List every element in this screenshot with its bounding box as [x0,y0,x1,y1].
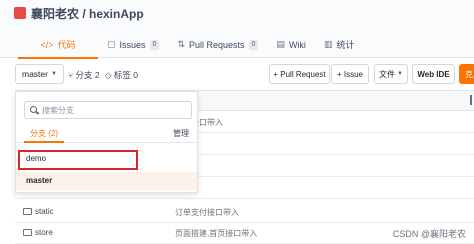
dropdown-tabs: 分支 (2) 管理 [16,125,197,143]
branch-count-link[interactable]: ⑂ 分支 2 [68,69,100,81]
folder-name: store [35,228,53,237]
stats-icon: ▥ [323,39,333,49]
folder-name: static [35,207,54,216]
page: 襄阳老农 / hexinApp </> 代码 ▢ Issues 0 ⇅ Pull… [0,0,474,244]
tab-pull-requests-label: Pull Requests [188,39,245,50]
branch-select-button[interactable]: master ▼ [15,64,64,84]
tab-stats-label: 统计 [336,40,355,50]
repo-header: 襄阳老农 / hexinApp </> 代码 ▢ Issues 0 ⇅ Pull… [0,0,474,59]
tab-code[interactable]: </> 代码 [18,31,98,59]
branch-option-master[interactable]: master [16,172,197,190]
dropdown-tab-branches[interactable]: 分支 (2) [24,128,64,143]
code-icon: </> [40,39,54,50]
issues-count-badge: 0 [149,39,160,50]
wiki-icon: ▤ [276,39,285,49]
tab-code-label: 代码 [57,40,76,50]
chevron-down-icon: ▼ [50,71,57,77]
tab-wiki[interactable]: ▤ Wiki [267,31,315,58]
repo-avatar [14,7,26,19]
commit-message[interactable]: 页面搭建,首页接口带入 [175,228,257,239]
pull-request-icon: ⇅ [177,39,185,49]
annotation-highlight-box [18,150,138,170]
file-menu-button[interactable]: 文件 ▼ [374,64,408,84]
search-icon [30,106,37,113]
pull-requests-count-badge: 0 [248,39,259,50]
folder-icon [23,208,32,215]
chevron-down-icon: ▼ [397,71,403,77]
file-menu-label: 文件 [379,69,396,79]
repo-toolbar: master ▼ ⑂ 分支 2 ◇ 标签 0 + Pull Request + … [0,62,474,88]
branch-count-label: 分支 2 [75,70,100,80]
folder-link-static[interactable]: static [23,207,54,216]
tag-icon: ◇ [105,70,114,80]
repo-title[interactable]: 襄阳老农 / hexinApp [31,5,144,22]
clone-button[interactable]: 克 [459,64,474,84]
folder-link-store[interactable]: store [23,228,53,237]
repo-tabs: </> 代码 ▢ Issues 0 ⇅ Pull Requests 0 ▤ Wi… [0,31,474,59]
tab-pull-requests[interactable]: ⇅ Pull Requests 0 [168,31,267,58]
branch-search-input[interactable] [42,104,187,116]
branch-select-label: master [22,69,48,79]
commit-message[interactable]: 订单支付接口带入 [175,207,239,218]
tag-count-link[interactable]: ◇ 标签 0 [105,69,138,81]
issue-icon: ▢ [107,39,116,49]
branch-dropdown: 分支 (2) 管理 demo master [15,91,198,193]
folder-icon [23,229,32,236]
new-pull-request-button[interactable]: + Pull Request [269,64,330,84]
header-marker [470,95,472,105]
watermark: CSDN @襄阳老农 [392,229,466,239]
table-row[interactable]: static 订单支付接口带入 [15,201,474,223]
branch-search-box[interactable] [24,101,192,119]
new-issue-button[interactable]: + Issue [331,64,369,84]
tab-wiki-label: Wiki [288,39,306,50]
tab-issues[interactable]: ▢ Issues 0 [98,31,168,58]
tag-count-label: 标签 0 [113,70,138,80]
tab-stats[interactable]: ▥ 统计 [315,31,364,58]
manage-branches-link[interactable]: 管理 [173,128,189,139]
web-ide-button[interactable]: Web IDE [412,64,455,84]
tab-issues-label: Issues [119,39,146,50]
